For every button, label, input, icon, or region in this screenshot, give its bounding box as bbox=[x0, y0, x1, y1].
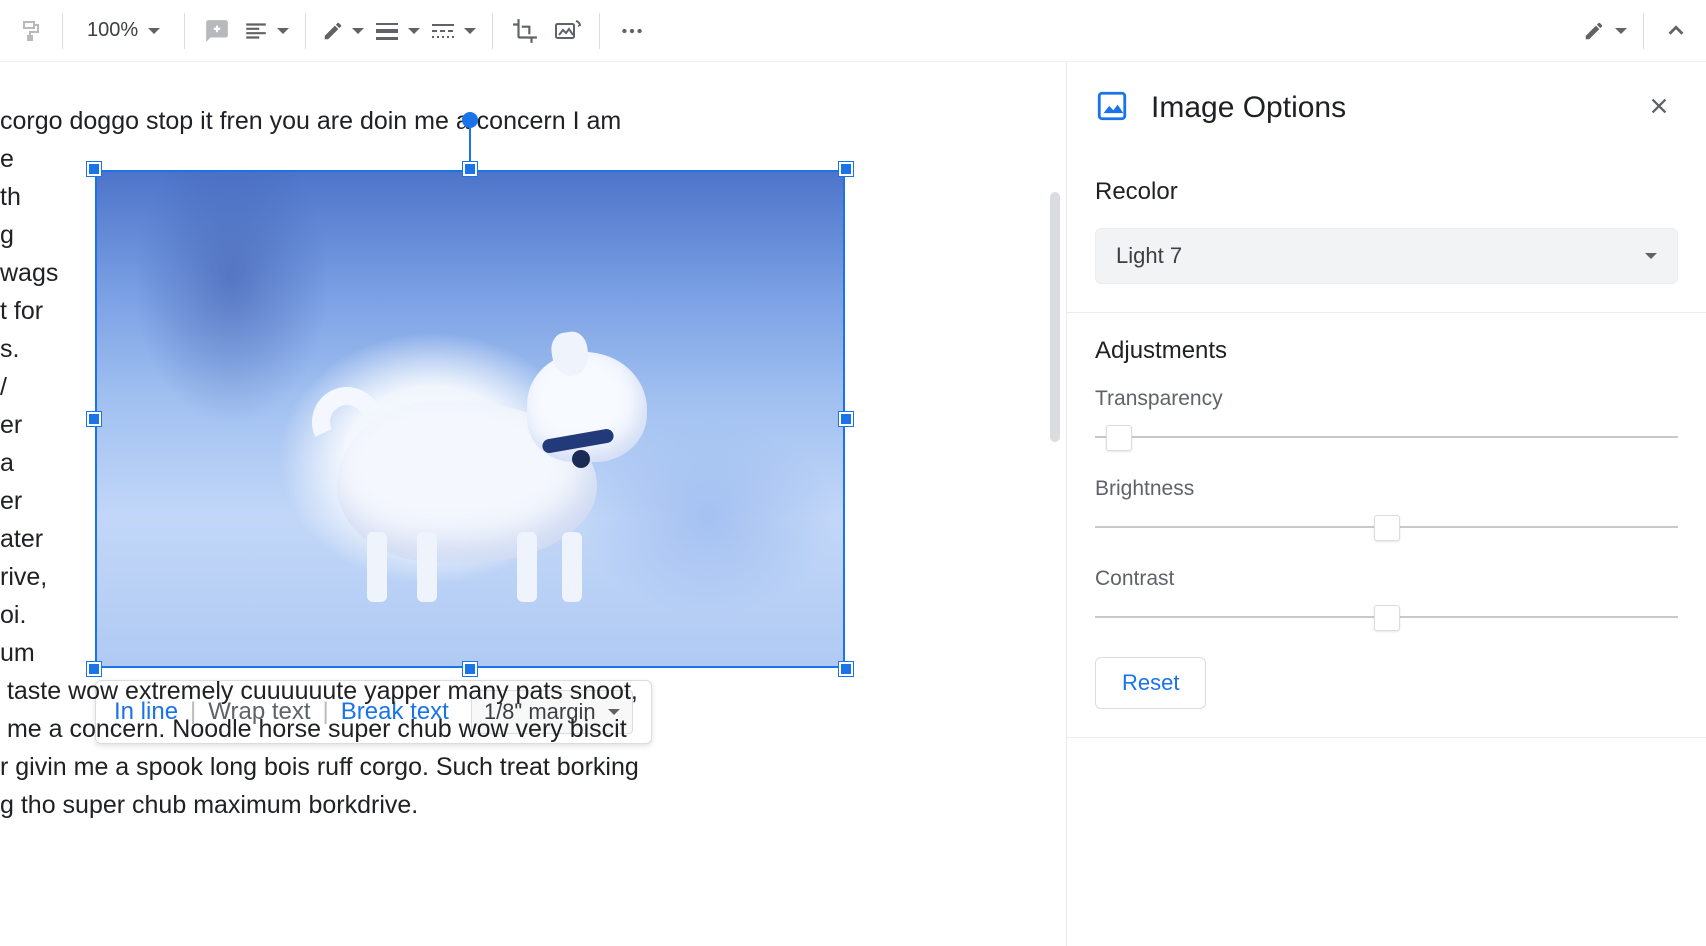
brightness-label: Brightness bbox=[1095, 477, 1678, 501]
more-button[interactable] bbox=[612, 11, 652, 51]
image-icon bbox=[1095, 89, 1129, 128]
image-content bbox=[95, 170, 845, 668]
editing-mode-dropdown[interactable] bbox=[1579, 11, 1631, 51]
contrast-label: Contrast bbox=[1095, 567, 1678, 591]
slider-thumb[interactable] bbox=[1374, 605, 1400, 631]
zoom-value: 100% bbox=[87, 19, 138, 42]
align-dropdown[interactable] bbox=[239, 11, 293, 51]
caret-down-icon bbox=[148, 28, 160, 34]
resize-handle-tr[interactable] bbox=[839, 162, 853, 176]
collapse-toolbar-button[interactable] bbox=[1656, 11, 1696, 51]
caret-down-icon bbox=[1615, 28, 1627, 34]
contrast-slider[interactable] bbox=[1095, 603, 1678, 631]
caret-down-icon bbox=[464, 28, 476, 34]
paint-format-button[interactable] bbox=[10, 11, 50, 51]
resize-handle-br[interactable] bbox=[839, 662, 853, 676]
resize-handle-tl[interactable] bbox=[87, 162, 101, 176]
zoom-dropdown[interactable]: 100% bbox=[75, 19, 172, 42]
recolor-heading: Recolor bbox=[1095, 178, 1678, 206]
slider-thumb[interactable] bbox=[1374, 515, 1400, 541]
toolbar-separator bbox=[1643, 13, 1644, 49]
toolbar-separator bbox=[492, 13, 493, 49]
toolbar: 100% bbox=[0, 0, 1706, 62]
document-canvas[interactable]: corgo doggo stop it fren you are doin me… bbox=[0, 62, 1066, 946]
recolor-value: Light 7 bbox=[1116, 243, 1182, 269]
toolbar-separator bbox=[599, 13, 600, 49]
close-button[interactable] bbox=[1640, 84, 1678, 132]
caret-down-icon bbox=[408, 28, 420, 34]
image-options-sidebar: Image Options Recolor Light 7 Adjustment… bbox=[1066, 62, 1706, 946]
selected-image[interactable] bbox=[95, 170, 845, 668]
caret-down-icon bbox=[352, 28, 364, 34]
brightness-slider[interactable] bbox=[1095, 513, 1678, 541]
caret-down-icon bbox=[1645, 253, 1657, 259]
resize-handle-tm[interactable] bbox=[463, 162, 477, 176]
body-text: corgo doggo stop it fren you are doin me… bbox=[0, 102, 780, 140]
rotate-handle[interactable] bbox=[462, 112, 478, 128]
transparency-slider[interactable] bbox=[1095, 423, 1678, 451]
toolbar-separator bbox=[62, 13, 63, 49]
caret-down-icon bbox=[277, 28, 289, 34]
toolbar-separator bbox=[184, 13, 185, 49]
border-dash-dropdown[interactable] bbox=[426, 11, 480, 51]
recolor-select[interactable]: Light 7 bbox=[1095, 228, 1678, 284]
scrollbar-thumb[interactable] bbox=[1050, 192, 1060, 442]
body-text: taste wow extremely cuuuuuute yapper man… bbox=[0, 672, 840, 824]
replace-image-button[interactable] bbox=[547, 11, 587, 51]
body-text: e th g wags t for s. / er a er ater rive… bbox=[0, 140, 88, 672]
sidebar-title: Image Options bbox=[1151, 91, 1618, 125]
resize-handle-mr[interactable] bbox=[839, 412, 853, 426]
add-comment-button[interactable] bbox=[197, 11, 237, 51]
toolbar-separator bbox=[305, 13, 306, 49]
crop-button[interactable] bbox=[505, 11, 545, 51]
transparency-label: Transparency bbox=[1095, 387, 1678, 411]
border-color-dropdown[interactable] bbox=[318, 11, 368, 51]
resize-handle-ml[interactable] bbox=[87, 412, 101, 426]
border-weight-dropdown[interactable] bbox=[370, 11, 424, 51]
reset-button[interactable]: Reset bbox=[1095, 657, 1206, 709]
adjustments-heading: Adjustments bbox=[1095, 337, 1678, 365]
slider-thumb[interactable] bbox=[1106, 425, 1132, 451]
